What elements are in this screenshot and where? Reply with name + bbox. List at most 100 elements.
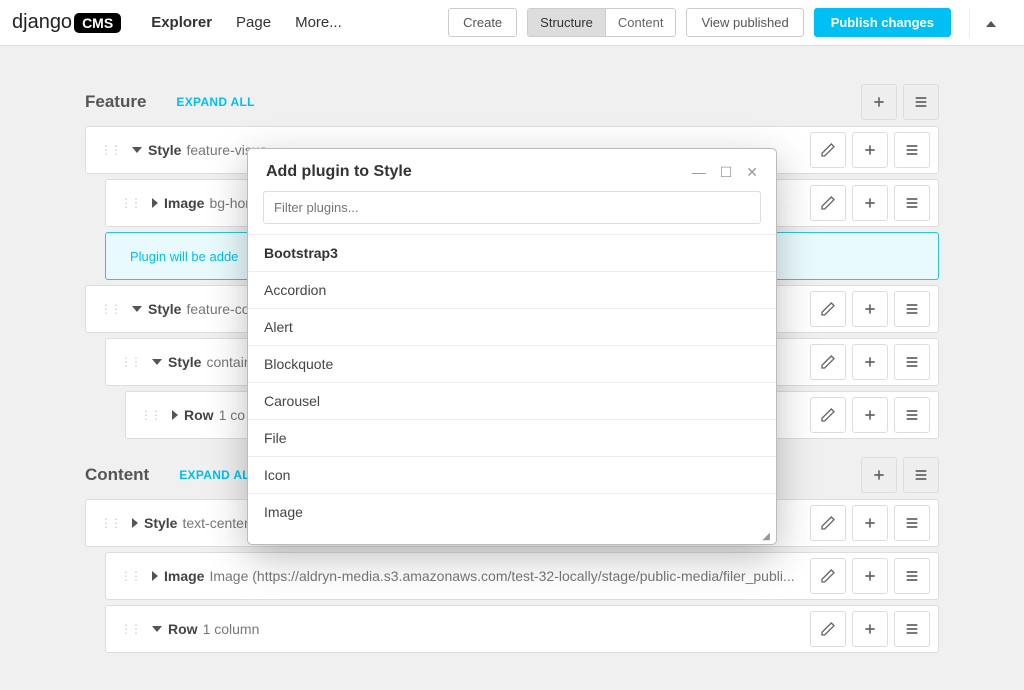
row-actions: [810, 558, 930, 594]
create-button[interactable]: Create: [448, 8, 517, 37]
add-plugin-modal: Add plugin to Style — ☐ ✕ Bootstrap3 Acc…: [247, 148, 777, 545]
add-button[interactable]: [852, 611, 888, 647]
drag-handle-icon[interactable]: ⋮⋮: [94, 516, 126, 530]
publish-changes-button[interactable]: Publish changes: [814, 8, 951, 37]
view-published-button[interactable]: View published: [686, 8, 803, 37]
modal-header: Add plugin to Style — ☐ ✕: [248, 149, 776, 191]
drag-handle-icon[interactable]: ⋮⋮: [114, 355, 146, 369]
main-menu: Explorer Page More...: [151, 14, 342, 31]
resize-handle[interactable]: ◢: [248, 529, 776, 544]
add-button[interactable]: [861, 84, 897, 120]
row-actions: [810, 291, 930, 327]
chevron-right-icon[interactable]: [172, 410, 178, 420]
content-tab[interactable]: Content: [606, 9, 676, 36]
menu-button[interactable]: [894, 505, 930, 541]
brand-badge: CMS: [74, 13, 121, 33]
drag-handle-icon[interactable]: ⋮⋮: [114, 569, 146, 583]
section-title: Content: [85, 465, 149, 485]
add-button[interactable]: [861, 457, 897, 493]
plugin-type: Image: [164, 568, 204, 584]
modal-window-actions: — ☐ ✕: [692, 164, 758, 181]
add-button[interactable]: [852, 505, 888, 541]
edit-button[interactable]: [810, 397, 846, 433]
view-mode-segment: Structure Content: [527, 8, 676, 37]
drag-handle-icon[interactable]: ⋮⋮: [94, 302, 126, 316]
add-button[interactable]: [852, 397, 888, 433]
menu-button[interactable]: [894, 397, 930, 433]
chevron-down-icon[interactable]: [132, 147, 142, 153]
plugin-type: Style: [168, 354, 201, 370]
chevron-up-icon: [986, 21, 996, 27]
menu-more[interactable]: More...: [295, 14, 342, 31]
chevron-down-icon[interactable]: [152, 359, 162, 365]
menu-button[interactable]: [894, 558, 930, 594]
edit-button[interactable]: [810, 291, 846, 327]
plugin-item[interactable]: Icon: [248, 457, 776, 494]
plugin-type: Image: [164, 195, 204, 211]
structure-tab[interactable]: Structure: [528, 9, 606, 36]
drag-handle-icon[interactable]: ⋮⋮: [114, 622, 146, 636]
menu-button[interactable]: [903, 84, 939, 120]
add-button[interactable]: [852, 291, 888, 327]
drag-handle-icon[interactable]: ⋮⋮: [114, 196, 146, 210]
modal-title: Add plugin to Style: [266, 163, 412, 181]
plugin-item[interactable]: Accordion: [248, 272, 776, 309]
chevron-right-icon[interactable]: [132, 518, 138, 528]
row-actions: [810, 344, 930, 380]
top-toolbar: django CMS Explorer Page More... Create …: [0, 0, 1024, 46]
expand-all-link[interactable]: EXPAND ALL: [176, 95, 254, 109]
chevron-right-icon[interactable]: [152, 198, 158, 208]
add-button[interactable]: [852, 132, 888, 168]
plugin-name: 1 column: [203, 621, 810, 637]
add-button[interactable]: [852, 558, 888, 594]
menu-button[interactable]: [894, 132, 930, 168]
menu-button[interactable]: [894, 611, 930, 647]
brand-name: django: [12, 11, 72, 34]
plugin-row[interactable]: ⋮⋮ Image Image (https://aldryn-media.s3.…: [105, 552, 939, 600]
plugin-item[interactable]: Alert: [248, 309, 776, 346]
minimize-icon[interactable]: —: [692, 164, 706, 181]
menu-explorer[interactable]: Explorer: [151, 14, 212, 31]
menu-button[interactable]: [894, 185, 930, 221]
edit-button[interactable]: [810, 185, 846, 221]
plugin-filter-input[interactable]: [263, 191, 761, 224]
close-icon[interactable]: ✕: [746, 164, 758, 181]
add-button[interactable]: [852, 344, 888, 380]
edit-button[interactable]: [810, 344, 846, 380]
plugin-item[interactable]: Carousel: [248, 383, 776, 420]
plugin-type: Style: [148, 142, 181, 158]
edit-button[interactable]: [810, 505, 846, 541]
chevron-down-icon[interactable]: [132, 306, 142, 312]
menu-page[interactable]: Page: [236, 14, 271, 31]
plugin-name: Image (https://aldryn-media.s3.amazonaws…: [209, 568, 810, 584]
plugin-list[interactable]: Bootstrap3 AccordionAlertBlockquoteCarou…: [248, 234, 776, 529]
plugin-category: Bootstrap3: [248, 235, 776, 272]
menu-button[interactable]: [903, 457, 939, 493]
plugin-type: Row: [168, 621, 198, 637]
row-actions: [810, 611, 930, 647]
maximize-icon[interactable]: ☐: [720, 164, 733, 181]
drag-handle-icon[interactable]: ⋮⋮: [94, 143, 126, 157]
plugin-row[interactable]: ⋮⋮ Row 1 column: [105, 605, 939, 653]
section-title: Feature: [85, 92, 146, 112]
edit-button[interactable]: [810, 611, 846, 647]
row-actions: [810, 397, 930, 433]
row-actions: [810, 132, 930, 168]
drag-handle-icon[interactable]: ⋮⋮: [134, 408, 166, 422]
menu-button[interactable]: [894, 291, 930, 327]
chevron-down-icon[interactable]: [152, 626, 162, 632]
toolbar-dropdown-toggle[interactable]: [969, 8, 1012, 38]
expand-all-link[interactable]: EXPAND AL: [179, 468, 250, 482]
menu-button[interactable]: [894, 344, 930, 380]
plugin-item[interactable]: Blockquote: [248, 346, 776, 383]
plugin-type: Style: [144, 515, 177, 531]
toolbar-right: Create Structure Content View published …: [448, 8, 1012, 38]
chevron-right-icon[interactable]: [152, 571, 158, 581]
edit-button[interactable]: [810, 132, 846, 168]
edit-button[interactable]: [810, 558, 846, 594]
add-button[interactable]: [852, 185, 888, 221]
row-actions: [810, 185, 930, 221]
plugin-type: Row: [184, 407, 214, 423]
plugin-item[interactable]: Image: [248, 494, 776, 529]
plugin-item[interactable]: File: [248, 420, 776, 457]
